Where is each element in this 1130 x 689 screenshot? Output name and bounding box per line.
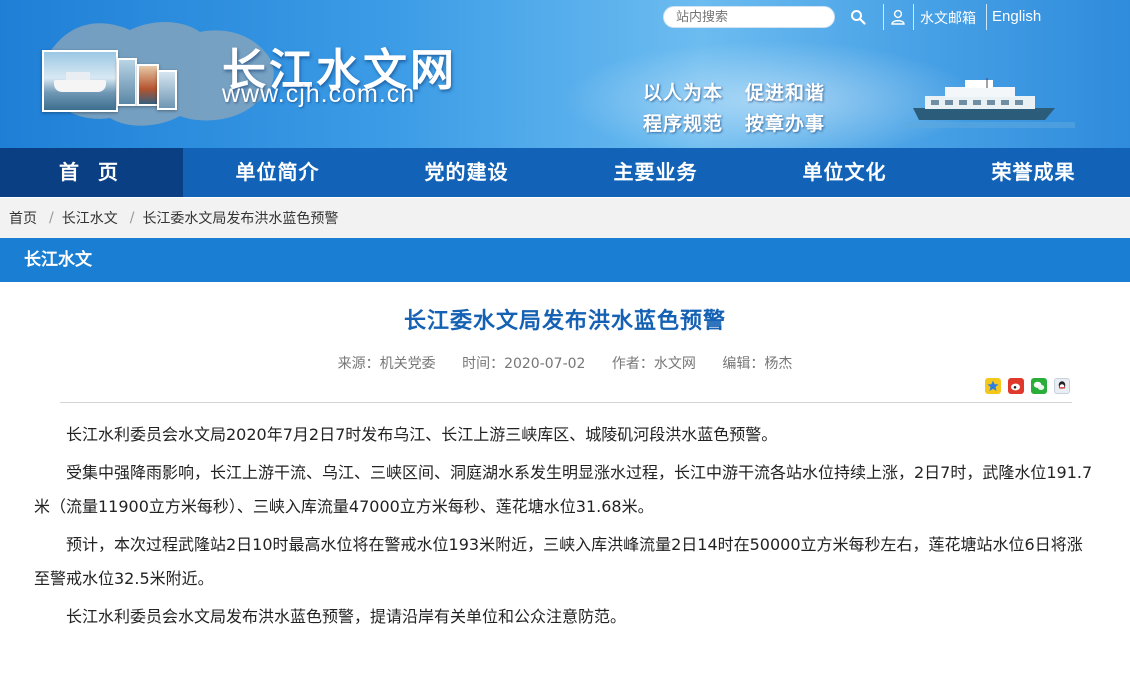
breadcrumb-separator: / — [129, 210, 135, 226]
breadcrumb-section[interactable]: 长江水文 — [62, 208, 118, 228]
nav-item-about[interactable]: 单位简介 — [183, 148, 372, 197]
divider — [913, 4, 914, 30]
site-header: 长江水文网 www.cjh.com.cn 以人为本 促进和谐 程序规范 按章办事… — [0, 0, 1130, 148]
divider — [986, 4, 987, 30]
search-icon[interactable] — [850, 9, 866, 25]
boat-photo — [42, 50, 118, 112]
nav-item-culture[interactable]: 单位文化 — [750, 148, 939, 197]
nav-item-honors[interactable]: 荣誉成果 — [939, 148, 1128, 197]
breadcrumb-current: 长江委水文局发布洪水蓝色预警 — [142, 211, 339, 227]
photo-thumb — [117, 58, 137, 106]
breadcrumb-separator: / — [49, 210, 54, 226]
article-paragraph: 受集中强降雨影响，长江上游干流、乌江、三峡区间、洞庭湖水系发生明显涨水过程，长江… — [34, 463, 1093, 516]
main-nav: 首 页 单位简介 党的建设 主要业务 单位文化 荣誉成果 — [0, 148, 1130, 197]
mailbox-link[interactable]: 水文邮箱 — [920, 8, 976, 28]
article-paragraph: 长江水利委员会水文局2020年7月2日7时发布乌江、长江上游三峡库区、城陵矶河段… — [66, 425, 778, 444]
qq-icon[interactable] — [1054, 378, 1070, 394]
slogan: 促进和谐 — [745, 82, 826, 104]
breadcrumb-home[interactable]: 首页 — [9, 208, 37, 228]
slogan: 按章办事 — [745, 113, 826, 135]
section-title: 长江水文 — [0, 238, 1130, 282]
meta-source: 来源：机关党委 — [337, 356, 436, 372]
nav-item-business[interactable]: 主要业务 — [561, 148, 750, 197]
divider — [883, 4, 884, 30]
slogan: 以人为本 — [643, 82, 724, 104]
english-link[interactable]: English — [992, 8, 1041, 25]
breadcrumb: 首页 / 长江水文 / 长江委水文局发布洪水蓝色预警 — [0, 198, 1130, 238]
article-body: 长江水利委员会水文局2020年7月2日7时发布乌江、长江上游三峡库区、城陵矶河段… — [34, 418, 1098, 638]
nav-item-home[interactable]: 首 页 — [0, 148, 183, 197]
wechat-icon[interactable] — [1031, 378, 1047, 394]
meta-time: 时间：2020-07-02 — [462, 356, 586, 372]
share-bar — [985, 378, 1070, 394]
article-paragraph: 长江水利委员会水文局发布洪水蓝色预警，提请沿岸有关单位和公众注意防范。 — [66, 607, 627, 626]
photo-thumb — [157, 70, 177, 110]
search-input[interactable] — [663, 6, 835, 28]
user-icon[interactable] — [890, 9, 906, 25]
site-url: www.cjh.com.cn — [222, 80, 416, 108]
survey-ship-illustration — [905, 78, 1075, 128]
nav-item-party[interactable]: 党的建设 — [372, 148, 561, 197]
slogan: 程序规范 — [643, 113, 724, 135]
weibo-icon[interactable] — [1008, 378, 1024, 394]
meta-author: 作者：水文网 — [611, 356, 696, 372]
article-meta: 来源：机关党委 时间：2020-07-02 作者：水文网 编辑：杨杰 — [0, 353, 1130, 373]
content-divider — [60, 402, 1072, 403]
meta-editor: 编辑：杨杰 — [722, 356, 793, 372]
article-paragraph: 预计，本次过程武隆站2日10时最高水位将在警戒水位193米附近，三峡入库洪峰流量… — [34, 535, 1083, 588]
photo-thumb — [137, 64, 159, 106]
article-title: 长江委水文局发布洪水蓝色预警 — [403, 309, 726, 334]
qzone-icon[interactable] — [985, 378, 1001, 394]
